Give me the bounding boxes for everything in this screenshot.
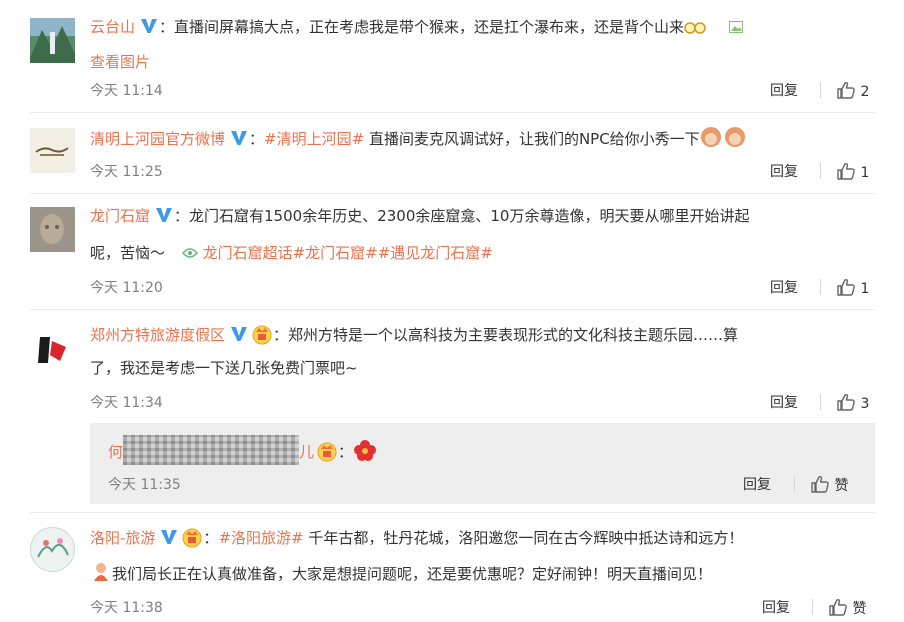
comment-item: 清明上河园官方微博 ：#清明上河园# 直播间麦克风调试好，让我们的NPC给你小秀一… [0,112,904,192]
like-count: 3 [860,396,870,412]
verified-icon [139,17,159,35]
avatar[interactable] [30,327,75,372]
like-button[interactable]: 3 [836,392,869,412]
reply-button[interactable]: 回复 [770,161,798,181]
like-button[interactable]: 2 [836,80,869,100]
reply-username[interactable]: 何儿 [108,435,314,465]
username[interactable]: 洛阳-旅游 [90,529,155,547]
view-image-link-row: 查看图片 [90,52,150,72]
comment-item: 洛阳-旅游 ：#洛阳旅游# 千年古都，牡丹花城，洛阳邀您一同在古今辉映中抵达诗和远… [0,512,904,622]
comment-body: ：龙门石窟有1500余年历史、2300余座窟龛、10万余尊造像，明天要从哪里开始… [174,207,750,225]
topic-link[interactable]: #清明上河园# [264,130,364,148]
comment-text: 郑州方特旅游度假区 ：郑州方特是一个以高科技为主要表现形式的文化科技主题乐园……算 [90,323,738,345]
thumbs-up-icon [836,277,856,297]
username[interactable]: 郑州方特旅游度假区 [90,326,225,344]
reply-button[interactable]: 回复 [770,80,798,100]
figure-emoji-icon [90,561,112,588]
monkey-emoji-icon [700,126,748,153]
thumbs-up-icon [828,597,848,617]
separator [820,82,821,98]
like-button[interactable]: 1 [836,161,869,181]
username[interactable]: 清明上河园官方微博 [90,130,225,148]
timestamp: 今天 11:25 [90,164,163,180]
reply-text: 何儿： [108,435,377,468]
like-count: 1 [860,165,870,181]
comment-text-line-2: 呢，苦恼～ 龙门石窟超话#龙门石窟##遇见龙门石窟# [90,243,493,263]
like-label: 赞 [834,478,849,494]
timestamp: 今天 11:38 [90,600,163,616]
comment-body: 直播间麦克风调试好，让我们的NPC给你小秀一下 [364,130,700,148]
thumbs-up-icon [836,80,856,100]
verified-icon [154,206,174,224]
topic-link[interactable]: #龙门石窟# [293,244,378,262]
like-button[interactable]: 赞 [810,474,848,495]
glasses-emoji-icon [684,18,706,41]
username[interactable]: 龙门石窟 [90,207,150,225]
separator [820,163,821,179]
avatar[interactable] [30,128,75,173]
comment-text: 清明上河园官方微博 ：#清明上河园# 直播间麦克风调试好，让我们的NPC给你小秀一… [90,126,748,153]
like-count: 2 [860,84,870,100]
comment-body: 千年古都，牡丹花城，洛阳邀您一同在古今辉映中抵达诗和远方！ [303,529,744,547]
reply-button[interactable]: 回复 [762,597,790,617]
avatar[interactable] [30,207,75,252]
comment-text: 龙门石窟 ：龙门石窟有1500余年历史、2300余座窟龛、10万余尊造像，明天要从… [90,206,749,226]
timestamp: 今天 11:20 [90,280,163,296]
blurred-username [123,435,300,465]
avatar[interactable] [30,527,75,572]
separator [794,476,795,492]
username[interactable]: 云台山 [90,18,135,36]
topic-link[interactable]: #洛阳旅游# [218,529,303,547]
supertopic-icon [181,248,198,258]
reply-comment: 何儿： 今天 11:35 回复 赞 [90,423,875,504]
like-button[interactable]: 1 [836,277,869,297]
timestamp: 今天 11:34 [90,395,163,411]
like-count: 1 [860,281,870,297]
verified-icon [229,325,249,343]
separator [812,599,813,615]
comment-item: 郑州方特旅游度假区 ：郑州方特是一个以高科技为主要表现形式的文化科技主题乐园……算… [0,309,904,419]
timestamp: 今天 11:35 [108,477,181,493]
verified-icon [229,129,249,147]
reply-button[interactable]: 回复 [770,277,798,297]
timestamp: 今天 11:14 [90,83,163,99]
thumbs-up-icon [836,392,856,412]
comment-body: 呢，苦恼～ [90,244,166,262]
comment-text-line-2: 了，我还是考虑一下送几张免费门票吧~ [90,358,358,378]
verified-icon [159,528,179,546]
comment-item: 云台山 ：直播间屏幕搞大点，正在考虑我是带个猴来，还是扛个瀑布来，还是背个山来 查… [0,0,904,110]
separator [820,279,821,295]
comment-body: 了，我还是考虑一下送几张免费门票吧~ [90,359,358,377]
comment-body: 我们局长正在认真做准备，大家是想提问题呢，还是要优惠呢？定好闹钟！明天直播间见！ [112,565,713,583]
member-crown-icon [316,440,338,462]
topic-link[interactable]: #遇见龙门石窟# [378,244,493,262]
comment-body: ：直播间屏幕搞大点，正在考虑我是带个猴来，还是扛个瀑布来，还是背个山来 [159,18,685,36]
member-crown-icon [251,323,273,345]
flower-emoji-icon [353,439,377,468]
thumbs-up-icon [836,161,856,181]
avatar[interactable] [30,18,75,63]
separator [820,394,821,410]
view-image-link[interactable]: 查看图片 [90,53,150,71]
comment-text: 云台山 ：直播间屏幕搞大点，正在考虑我是带个猴来，还是扛个瀑布来，还是背个山来 [90,17,743,41]
like-label: 赞 [852,601,867,617]
reply-button[interactable]: 回复 [770,392,798,412]
comment-body: ：郑州方特是一个以高科技为主要表现形式的文化科技主题乐园……算 [273,326,739,344]
image-icon[interactable] [728,18,743,36]
comment-item: 龙门石窟 ：龙门石窟有1500余年历史、2300余座窟龛、10万余尊造像，明天要从… [0,193,904,308]
comment-text: 洛阳-旅游 ：#洛阳旅游# 千年古都，牡丹花城，洛阳邀您一同在古今辉映中抵达诗和远… [90,526,743,548]
supertopic-link[interactable]: 龙门石窟超话 [181,244,293,262]
member-crown-icon [181,526,203,548]
like-button[interactable]: 赞 [828,597,866,618]
comment-text-line-2: 我们局长正在认真做准备，大家是想提问题呢，还是要优惠呢？定好闹钟！明天直播间见！ [90,561,712,588]
thumbs-up-icon [810,474,830,494]
reply-button[interactable]: 回复 [743,474,771,494]
